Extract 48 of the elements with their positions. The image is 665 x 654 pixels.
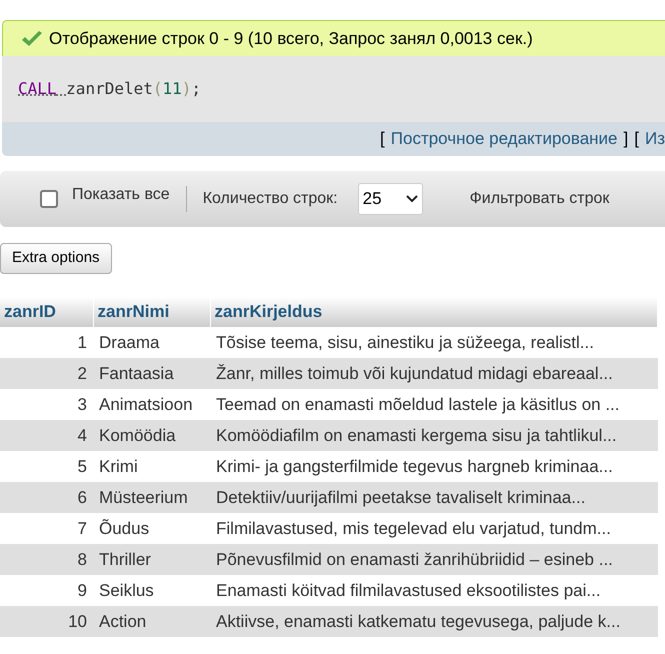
edit-link[interactable]: Построчное редактирование: [390, 126, 618, 152]
table-cell: Enamasti köitvad filmilavastused eksootilistes pai...: [210, 575, 658, 606]
table-cell: 4: [0, 420, 93, 451]
column-header[interactable]: zanrKirjeldus: [210, 297, 658, 327]
table-cell: Õudus: [93, 513, 210, 544]
bracket: ]: [624, 128, 628, 150]
status-message: Отображение строк 0 - 9 (10 всего, Запрос занял 0,0013 сек.): [49, 28, 533, 50]
table-cell: 2: [0, 358, 93, 389]
table-cell: Filmilavastused, mis tegelevad elu varjatud, tundm...: [210, 513, 658, 544]
table-cell: 5: [0, 451, 93, 482]
table-cell: Komöödia: [93, 420, 210, 451]
table-cell: Põnevusfilmid on enamasti žanrihübriidid – esineb ...: [210, 544, 658, 575]
row-count-select[interactable]: 25: [358, 183, 423, 215]
table-cell: Detektiiv/uurijafilmi peetakse tavaliselt kriminaa...: [210, 482, 658, 513]
checkmark-icon: [21, 30, 43, 48]
table-cell: Fantaasia: [93, 358, 210, 389]
table-cell: Teemad on enamasti mõeldud lastele ja käsitlus on ...: [210, 389, 658, 420]
column-header[interactable]: zanrNimi: [93, 297, 210, 327]
table-cell: 10: [0, 606, 93, 637]
table-cell: Draama: [93, 327, 210, 358]
table-cell: Krimi: [93, 451, 210, 482]
table-cell: 1: [0, 327, 93, 358]
table-cell: 3: [0, 389, 93, 420]
table-cell: 6: [0, 482, 93, 513]
table-cell: Thriller: [93, 544, 210, 575]
table-cell: Aktiivse, enamasti katkematu tegevusega, paljude k...: [210, 606, 658, 637]
table-cell: Tõsise teema, sisu, ainestiku ja süžeega, realistl...: [210, 327, 658, 358]
bracket: [: [634, 128, 639, 150]
table-cell: 8: [0, 544, 93, 575]
table-cell: Action: [93, 606, 210, 637]
bracket: [: [380, 128, 385, 150]
filter-rows-label: Фильтровать строк: [470, 189, 610, 209]
table-cell: Žanr, milles toimub või kujundatud midagi ebareaal...: [210, 358, 658, 389]
chevron-down-icon: [406, 195, 418, 203]
table-cell: 9: [0, 575, 93, 606]
table-cell: 7: [0, 513, 93, 544]
table-cell: Müsteerium: [93, 482, 210, 513]
row-count-label: Количество строк:: [202, 189, 338, 209]
edit-link[interactable]: Из: [644, 126, 665, 152]
table-cell: Animatsioon: [93, 389, 210, 420]
show-all-label: Показать все: [72, 185, 170, 205]
sql-query: CALL zanrDelet(11);: [18, 78, 202, 100]
table-cell: Komöödiafilm on enamasti kergema sisu ja tahtlikul...: [210, 420, 658, 451]
show-all-checkbox[interactable]: [40, 190, 58, 208]
column-header[interactable]: zanrID: [0, 297, 93, 327]
table-cell: Seiklus: [93, 575, 210, 606]
extra-options-button[interactable]: Extra options: [0, 243, 112, 274]
table-cell: Krimi- ja gangsterfilmide tegevus hargneb kriminaa...: [210, 451, 658, 482]
